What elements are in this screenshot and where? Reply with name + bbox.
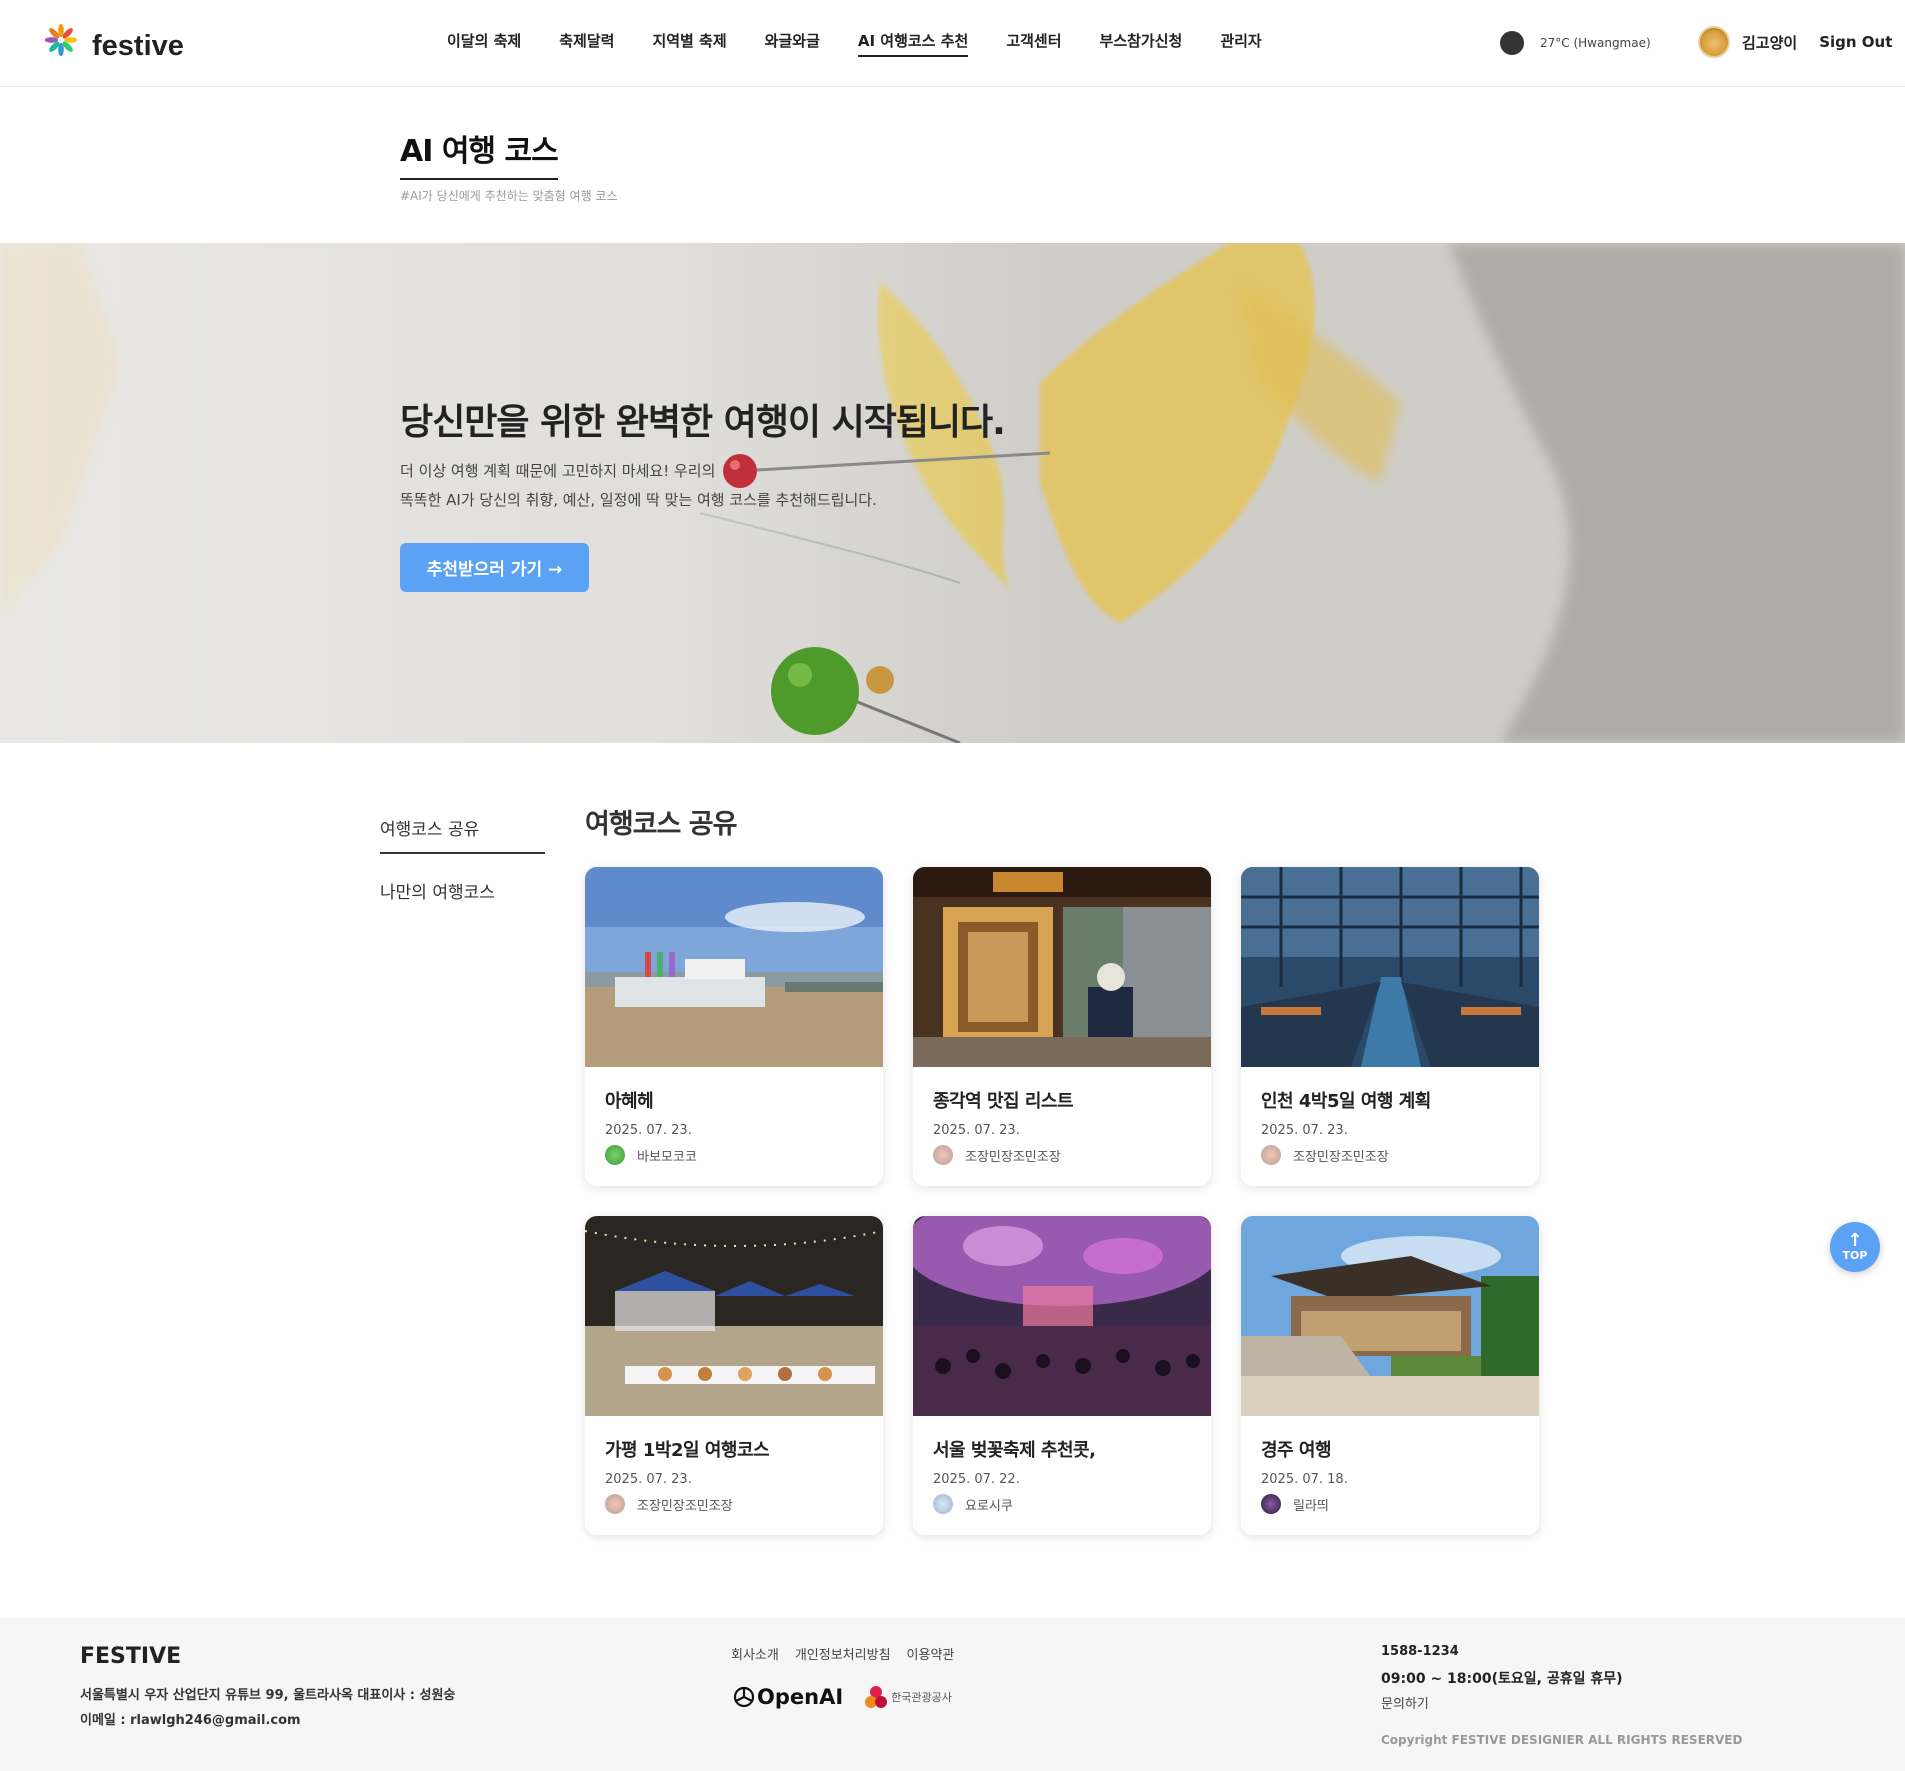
course-card[interactable]: 인천 4박5일 여행 계획 2025. 07. 23. 조장민장조민조장	[1241, 867, 1539, 1186]
weather-text: 27°C (Hwangmae)	[1540, 36, 1651, 50]
footer-copyright: Copyright FESTIVE DESIGNIER ALL RIGHTS R…	[1381, 1733, 1743, 1747]
course-date: 2025. 07. 23.	[605, 1123, 692, 1138]
hero-title: 당신만을 위한 완벽한 여행이 시작됩니다.	[400, 402, 1006, 443]
site-header: festive 이달의 축제 축제달력 지역별 축제 와글와글 AI 여행코스 …	[0, 0, 1905, 87]
user-menu: 김고양이 Sign Out	[1698, 26, 1892, 58]
nav-item-admin[interactable]: 관리자	[1220, 30, 1261, 57]
partner-logos: OpenAI 한국관광공사	[731, 1682, 952, 1712]
get-recommendation-button[interactable]: 추천받으러 가기 →	[400, 543, 589, 592]
weather-widget: 27°C (Hwangmae)	[1500, 31, 1651, 55]
course-title: 종각역 맛집 리스트	[933, 1091, 1074, 1112]
author-name: 조장민장조민조장	[637, 1498, 733, 1514]
course-date: 2025. 07. 23.	[605, 1472, 692, 1487]
course-image	[913, 1216, 1211, 1416]
course-author: 조장민장조민조장	[605, 1494, 733, 1514]
scroll-top-label: TOP	[1842, 1248, 1868, 1262]
author-name: 릴라띄	[1293, 1498, 1329, 1514]
hero-desc-line-1: 더 이상 여행 계획 때문에 고민하지 마세요! 우리의	[400, 462, 716, 480]
course-image	[585, 1216, 883, 1416]
course-date: 2025. 07. 23.	[1261, 1123, 1348, 1138]
author-name: 요로시쿠	[965, 1498, 1013, 1514]
nav-item-monthly-festival[interactable]: 이달의 축제	[447, 30, 521, 57]
logo-text: festive	[92, 29, 184, 62]
nav-item-regional-festival[interactable]: 지역별 축제	[652, 30, 726, 57]
course-author: 릴라띄	[1261, 1494, 1329, 1514]
hero-banner: 당신만을 위한 완벽한 여행이 시작됩니다. 더 이상 여행 계획 때문에 고민…	[0, 243, 1905, 743]
footer-brand: FESTIVE	[80, 1644, 182, 1669]
course-title: 아혜헤	[605, 1091, 654, 1112]
author-avatar	[933, 1494, 953, 1514]
openai-icon	[733, 1686, 755, 1708]
page-subtitle: #AI가 당신에게 추천하는 맞춤형 여행 코스	[400, 189, 618, 203]
hero-desc-line-2: 똑똑한 AI가 당신의 취향, 예산, 일정에 딱 맞는 여행 코스를 추천해드…	[400, 491, 877, 509]
sidebar-item-shared-courses[interactable]: 여행코스 공유	[380, 815, 545, 854]
author-avatar	[605, 1494, 625, 1514]
course-card[interactable]: 종각역 맛집 리스트 2025. 07. 23. 조장민장조민조장	[913, 867, 1211, 1186]
author-name: 바보모코코	[637, 1149, 697, 1165]
course-card[interactable]: 서울 벚꽃축제 추천콧, 2025. 07. 22. 요로시쿠	[913, 1216, 1211, 1535]
course-title: 서울 벚꽃축제 추천콧,	[933, 1440, 1096, 1461]
main-nav: 이달의 축제 축제달력 지역별 축제 와글와글 AI 여행코스 추천 고객센터 …	[447, 30, 1300, 57]
kto-logo: 한국관광공사	[861, 1682, 952, 1712]
page-title: AI 여행 코스	[400, 126, 559, 180]
sign-out-button[interactable]: Sign Out	[1819, 33, 1892, 51]
course-date: 2025. 07. 23.	[933, 1123, 1020, 1138]
course-author: 조장민장조민조장	[1261, 1145, 1389, 1165]
course-title: 경주 여행	[1261, 1440, 1332, 1461]
course-image	[913, 867, 1211, 1067]
arrow-up-icon: ↑	[1847, 1229, 1863, 1251]
weather-icon	[1500, 31, 1524, 55]
section-title: 여행코스 공유	[585, 809, 737, 840]
course-title: 가평 1박2일 여행코스	[605, 1440, 770, 1461]
flower-logo-icon	[44, 23, 78, 57]
footer-link-terms[interactable]: 이용약관	[907, 1644, 955, 1663]
course-title: 인천 4박5일 여행 계획	[1261, 1091, 1431, 1112]
nav-item-festival-calendar[interactable]: 축제달력	[559, 30, 614, 57]
avatar[interactable]	[1698, 26, 1730, 58]
nav-item-ai-course[interactable]: AI 여행코스 추천	[857, 30, 969, 57]
site-footer: FESTIVE 서울특별시 우자 산업단지 유튜브 99, 울트라사옥 대표이사…	[0, 1618, 1905, 1771]
author-avatar	[605, 1145, 625, 1165]
author-avatar	[933, 1145, 953, 1165]
footer-phone: 1588-1234	[1381, 1644, 1459, 1659]
footer-inquiry-link[interactable]: 문의하기	[1381, 1693, 1429, 1712]
course-author: 바보모코코	[605, 1145, 697, 1165]
user-name[interactable]: 김고양이	[1742, 32, 1797, 53]
nav-item-customer-center[interactable]: 고객센터	[1006, 30, 1061, 57]
author-name: 조장민장조민조장	[1293, 1149, 1389, 1165]
openai-text: OpenAI	[757, 1685, 844, 1709]
footer-hours: 09:00 ~ 18:00(토요일, 공휴일 휴무)	[1381, 1671, 1623, 1687]
kto-text: 한국관광공사	[891, 1691, 952, 1704]
scroll-top-button[interactable]: ↑ TOP	[1830, 1222, 1880, 1272]
course-author: 요로시쿠	[933, 1494, 1013, 1514]
course-author: 조장민장조민조장	[933, 1145, 1061, 1165]
sidebar-item-my-courses[interactable]: 나만의 여행코스	[380, 878, 495, 903]
course-image	[1241, 1216, 1539, 1416]
footer-address: 서울특별시 우자 산업단지 유튜브 99, 울트라사옥 대표이사 : 성원숭	[80, 1688, 456, 1703]
nav-item-community[interactable]: 와글와글	[765, 30, 820, 57]
hero-description: 더 이상 여행 계획 때문에 고민하지 마세요! 우리의 똑똑한 AI가 당신의…	[400, 457, 960, 515]
course-date: 2025. 07. 22.	[933, 1472, 1020, 1487]
openai-logo: OpenAI	[731, 1684, 843, 1710]
footer-link-privacy[interactable]: 개인정보처리방침	[795, 1644, 891, 1663]
footer-links: 회사소개 개인정보처리방침 이용약관	[731, 1644, 970, 1663]
author-avatar	[1261, 1494, 1281, 1514]
nav-item-booth-apply[interactable]: 부스참가신청	[1100, 30, 1183, 57]
author-name: 조장민장조민조장	[965, 1149, 1061, 1165]
author-avatar	[1261, 1145, 1281, 1165]
logo[interactable]: festive	[42, 18, 184, 62]
course-image	[585, 867, 883, 1067]
course-image	[1241, 867, 1539, 1067]
course-date: 2025. 07. 18.	[1261, 1472, 1348, 1487]
course-card[interactable]: 가평 1박2일 여행코스 2025. 07. 23. 조장민장조민조장	[585, 1216, 883, 1535]
footer-email: 이메일 : rlawlgh246@gmail.com	[80, 1713, 301, 1728]
course-card[interactable]: 경주 여행 2025. 07. 18. 릴라띄	[1241, 1216, 1539, 1535]
course-card[interactable]: 아혜헤 2025. 07. 23. 바보모코코	[585, 867, 883, 1186]
kto-icon	[865, 1686, 888, 1708]
footer-link-about[interactable]: 회사소개	[731, 1644, 779, 1663]
